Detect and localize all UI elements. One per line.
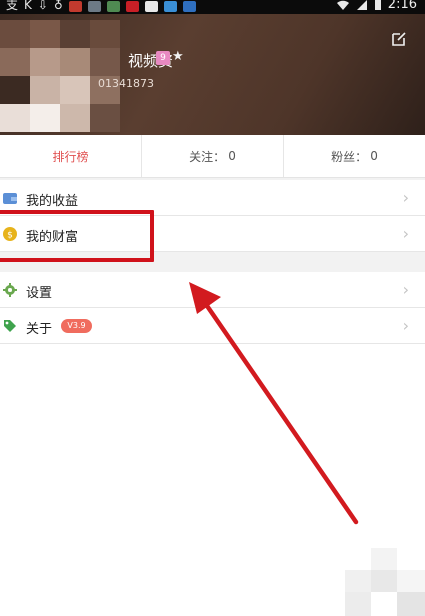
watermark-block xyxy=(345,548,425,616)
annotation-arrow xyxy=(189,282,359,525)
